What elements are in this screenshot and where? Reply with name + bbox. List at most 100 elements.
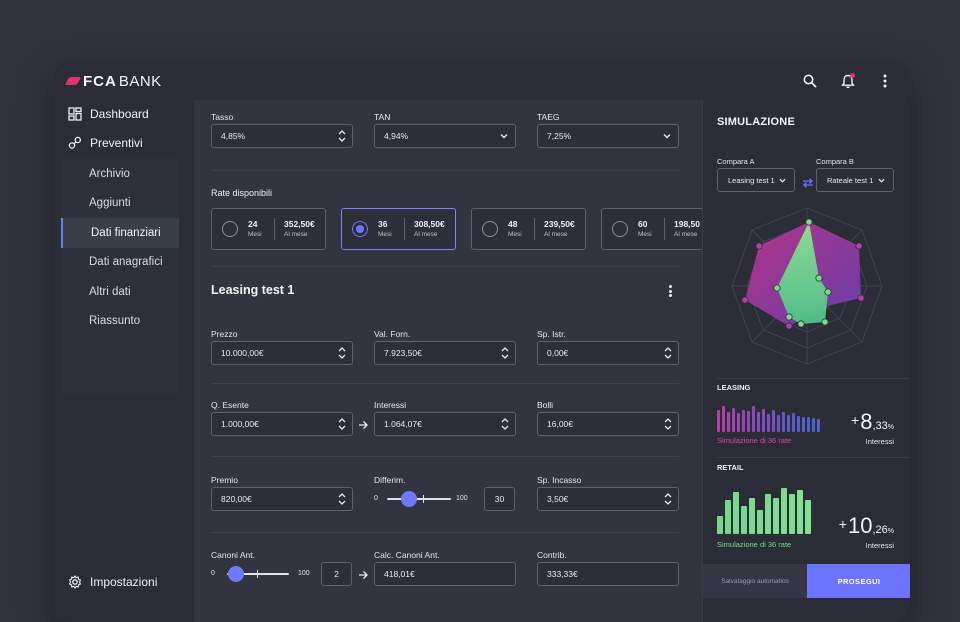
bolli-label: Bolli <box>537 400 554 410</box>
valforn-label: Val. Forn. <box>374 329 411 339</box>
stepper-icon[interactable] <box>501 416 509 432</box>
calc-label: Calc. Canoni Ant. <box>374 550 440 560</box>
slider-thumb[interactable] <box>401 491 418 507</box>
spincasso-field[interactable]: 3,50€ <box>537 487 679 511</box>
bolli-value: 16,00€ <box>547 419 573 429</box>
radar-chart <box>731 207 883 365</box>
divider <box>211 266 679 267</box>
bar <box>767 414 770 432</box>
rate-amount: 239,50€ <box>544 219 575 229</box>
retail-sign: + <box>838 516 847 532</box>
rate-months: 24 <box>248 219 258 229</box>
dashboard-icon <box>68 107 82 121</box>
differim-min: 0 <box>374 495 378 502</box>
slider-thumb[interactable] <box>227 566 244 582</box>
bolli-field[interactable]: 16,00€ <box>537 412 679 436</box>
canoni-slider[interactable] <box>227 566 289 582</box>
differim-max: 100 <box>456 495 468 502</box>
gear-icon <box>68 575 82 589</box>
calc-value: 418,01€ <box>384 569 415 579</box>
rate-months: 48 <box>508 219 518 229</box>
sidebar-item-riassunto[interactable]: Riassunto <box>61 306 179 336</box>
prosegui-button[interactable]: PROSEGUI <box>807 564 910 598</box>
spistr-field[interactable]: 0,00€ <box>537 341 679 365</box>
sidebar-item-dati-anagrafici[interactable]: Dati anagrafici <box>61 247 179 277</box>
prezzo-field[interactable]: 10.000,00€ <box>211 341 353 365</box>
interessi-field[interactable]: 1.064,07€ <box>374 412 516 436</box>
stepper-icon[interactable] <box>664 345 672 361</box>
stepper-icon[interactable] <box>338 416 346 432</box>
bar <box>777 415 780 432</box>
differim-value-field[interactable]: 30 <box>484 487 515 511</box>
bar <box>762 409 765 432</box>
arrow-right-icon <box>359 421 368 429</box>
tan-select[interactable]: 4,94% <box>374 124 516 148</box>
differim-slider[interactable] <box>387 491 451 507</box>
fca-bank-logo: FCA BANK <box>64 73 162 90</box>
calc-field[interactable]: 418,01€ <box>374 562 516 586</box>
radio-icon[interactable] <box>222 221 238 237</box>
stepper-icon[interactable] <box>338 128 346 144</box>
stepper-icon[interactable] <box>664 491 672 507</box>
bar <box>727 412 730 432</box>
canoni-value-field[interactable]: 2 <box>321 562 352 586</box>
leasing-caption: Simulazione di 36 rate <box>717 436 792 445</box>
rate-months-label: Mesi <box>508 231 522 238</box>
taeg-value: 7,25% <box>547 131 572 141</box>
valforn-field[interactable]: 7.923,50€ <box>374 341 516 365</box>
bar <box>807 417 810 432</box>
preventivi-icon <box>68 136 82 150</box>
taeg-select[interactable]: 7,25% <box>537 124 679 148</box>
rate-separator <box>534 218 535 240</box>
compara-a-select[interactable]: Leasing test 1 <box>717 168 795 192</box>
app-window: FCA BANK Dashboard Preventivi Archivio A… <box>54 62 910 622</box>
slider-track <box>387 498 451 500</box>
rate-months: 60 <box>638 219 648 229</box>
stepper-icon[interactable] <box>501 345 509 361</box>
radio-icon[interactable] <box>612 221 628 237</box>
rate-option-36[interactable]: 36 Mesi 308,50€ Al mese <box>341 208 456 250</box>
sidebar-item-dati-finanziari[interactable]: Dati finanziari <box>61 218 179 248</box>
sidebar-label-preventivi: Preventivi <box>90 136 143 150</box>
differim-label: Differim. <box>374 475 406 485</box>
rate-amount-label: Al mese <box>284 231 308 238</box>
sidebar-item-altri-dati[interactable]: Altri dati <box>61 277 179 307</box>
sidebar-item-aggiunti[interactable]: Aggiunti <box>61 188 179 218</box>
rate-amount-label: Al mese <box>674 231 698 238</box>
more-vertical-icon[interactable] <box>876 72 894 90</box>
compara-a-value: Leasing test 1 <box>728 175 775 185</box>
sidebar-item-impostazioni[interactable]: Impostazioni <box>68 572 157 592</box>
rate-amount-label: Al mese <box>414 231 438 238</box>
premio-field[interactable]: 820,00€ <box>211 487 353 511</box>
compara-b-select[interactable]: Rateale test 1 <box>816 168 894 192</box>
rate-option-24[interactable]: 24 Mesi 352,50€ Al mese <box>211 208 326 250</box>
tasso-field[interactable]: 4,85% <box>211 124 353 148</box>
rate-option-48[interactable]: 48 Mesi 239,50€ Al mese <box>471 208 586 250</box>
search-icon[interactable] <box>801 72 819 90</box>
contrib-field[interactable]: 333,33€ <box>537 562 679 586</box>
radio-selected-icon[interactable] <box>352 221 368 237</box>
stepper-icon[interactable] <box>338 491 346 507</box>
bar <box>717 516 723 534</box>
bell-icon[interactable] <box>839 72 857 90</box>
leasing-menu-icon[interactable] <box>665 284 675 298</box>
qesente-field[interactable]: 1.000,00€ <box>211 412 353 436</box>
valforn-value: 7.923,50€ <box>384 348 422 358</box>
chevron-down-icon <box>878 178 885 183</box>
sidebar-item-preventivi[interactable]: Preventivi <box>68 133 143 153</box>
stepper-icon[interactable] <box>338 345 346 361</box>
bar <box>741 506 747 534</box>
rate-disponibili-title: Rate disponibili <box>211 188 273 198</box>
rate-option-60[interactable]: 60 Mesi 198,50 Al mese <box>601 208 702 250</box>
swap-icon[interactable] <box>802 177 814 189</box>
leasing-interest-value: +8,33% <box>851 409 894 434</box>
stepper-icon[interactable] <box>664 416 672 432</box>
autosave-status: Salvataggio automatico <box>703 564 807 598</box>
sidebar-label-impostazioni: Impostazioni <box>90 575 158 589</box>
radio-icon[interactable] <box>482 221 498 237</box>
notification-dot <box>850 73 855 78</box>
sidebar-item-dashboard[interactable]: Dashboard <box>68 104 149 124</box>
main-content: Tasso 4,85% TAN 4,94% TAEG 7,25% Rate di… <box>194 100 702 622</box>
sidebar-item-archivio[interactable]: Archivio <box>61 159 179 189</box>
arrow-right-icon <box>359 571 368 579</box>
